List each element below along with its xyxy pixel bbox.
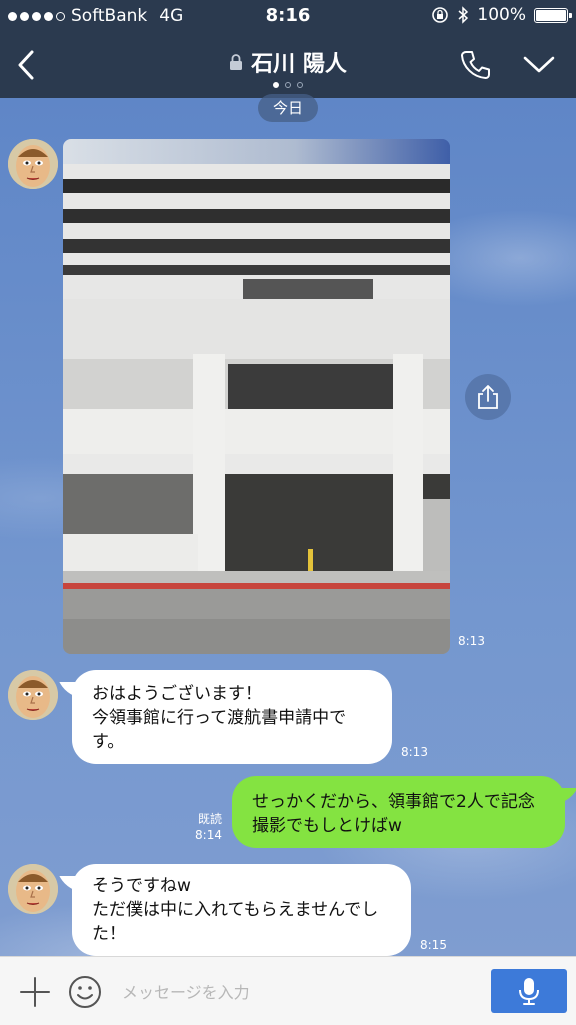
avatar-face-icon: [8, 864, 58, 914]
status-bar: SoftBank 4G 8:16 100%: [0, 0, 576, 32]
battery-icon: [534, 7, 572, 23]
battery-percent: 100%: [477, 5, 526, 25]
avatar[interactable]: [8, 864, 58, 914]
building-photo-image: [63, 139, 450, 654]
avatar-face-icon: [8, 139, 58, 189]
read-receipt: 既読: [197, 812, 222, 826]
outgoing-message-bubble[interactable]: せっかくだから、領事館で2人で記念撮影でもしとけばw: [232, 776, 565, 848]
lock-icon: [230, 54, 243, 70]
rotation-lock-icon: [432, 7, 449, 23]
message-text: そうですねw ただ僕は中に入れてもらえませんでした！: [92, 876, 379, 944]
date-divider: 今日: [258, 94, 318, 122]
incoming-message-bubble[interactable]: そうですねw ただ僕は中に入れてもらえませんでした！: [72, 864, 411, 956]
share-icon: [478, 385, 498, 409]
chevron-down-icon[interactable]: [522, 52, 556, 76]
share-button[interactable]: [465, 374, 511, 420]
bluetooth-icon: [458, 6, 469, 24]
microphone-icon: [519, 978, 539, 1005]
message-time: 8:14: [195, 828, 222, 842]
page-indicator: [0, 82, 576, 88]
plus-icon[interactable]: [18, 975, 52, 1009]
message-input[interactable]: メッセージを入力: [122, 979, 250, 1003]
message-text: せっかくだから、領事館で2人で記念撮影でもしとけばw: [252, 792, 535, 836]
incoming-message-bubble[interactable]: おはようございます！ 今領事館に行って渡航書申請中です。: [72, 670, 392, 764]
message-input-bar: メッセージを入力: [0, 956, 576, 1025]
message-time: 8:13: [401, 745, 428, 759]
message-text: おはようございます！ 今領事館に行って渡航書申請中です。: [92, 684, 347, 752]
chat-header: 石川 陽人: [0, 32, 576, 98]
shared-photo[interactable]: [63, 139, 450, 654]
voice-button[interactable]: [491, 969, 567, 1013]
contact-name: 石川 陽人: [251, 52, 347, 77]
message-time: 8:15: [420, 938, 447, 952]
avatar[interactable]: [8, 139, 58, 189]
avatar[interactable]: [8, 670, 58, 720]
contact-title[interactable]: 石川 陽人: [229, 46, 347, 78]
avatar-face-icon: [8, 670, 58, 720]
phone-icon[interactable]: [458, 48, 492, 82]
message-time: 8:13: [458, 634, 485, 648]
smiley-icon[interactable]: [68, 975, 102, 1009]
